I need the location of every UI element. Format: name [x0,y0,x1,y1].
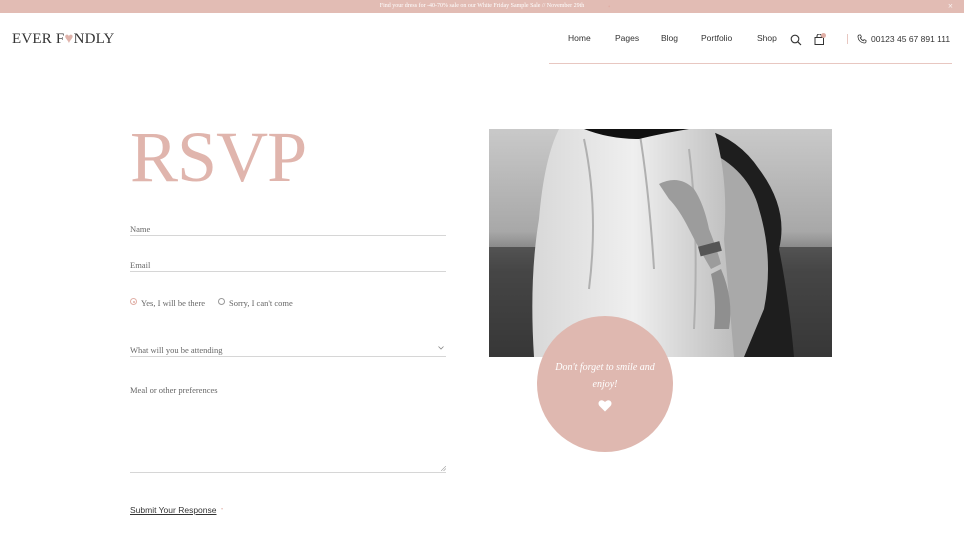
close-icon[interactable]: × [948,0,953,13]
logo-text-end: NDLY [73,31,115,47]
email-field-underline [130,271,446,272]
cart-badge [821,33,826,38]
submit-button[interactable]: Submit Your Response [130,505,216,515]
chevron-down-icon[interactable] [438,346,444,350]
heart-icon [598,400,612,412]
announcement-bar: Find your dress for -40-70% sale on our … [0,0,964,13]
resize-handle-icon[interactable] [441,466,446,471]
nav-item-blog[interactable]: Blog [661,33,678,43]
radio-attending-no-label[interactable]: Sorry, I can't come [229,298,293,308]
submit-dot: • [221,507,224,513]
nav-divider [847,34,848,44]
nav-item-portfolio[interactable]: Portfolio [701,33,732,43]
name-field[interactable]: Name [130,224,150,234]
site-logo[interactable]: EVER F♥NDLY [12,31,115,48]
logo-text-start: EVER F [12,31,65,47]
feature-circle: Don't forget to smile and enjoy! [537,316,673,452]
page-title: RSVP [130,117,307,197]
search-icon[interactable] [790,34,802,46]
preferences-textarea-border [130,472,446,473]
name-field-underline [130,235,446,236]
email-field[interactable]: Email [130,260,150,270]
radio-attending-yes[interactable] [130,298,137,305]
radio-attending-no[interactable] [218,298,225,305]
attending-select-underline [130,356,446,357]
nav-underline [549,63,952,64]
logo-heart: ♥ [64,31,74,47]
nav-item-shop[interactable]: Shop [757,33,777,43]
circle-text: Don't forget to smile and enjoy! [555,362,655,390]
radio-attending-yes-label[interactable]: Yes, I will be there [141,298,205,308]
announcement-text: Find your dress for -40-70% sale on our … [379,3,585,9]
nav-item-pages[interactable]: Pages [615,33,639,43]
nav-active-dot: • [608,3,611,11]
nav-item-home[interactable]: Home [568,33,591,43]
preferences-textarea[interactable]: Meal or other preferences [130,385,218,395]
couple-photo [489,129,832,357]
attending-select[interactable]: What will you be attending [130,345,223,355]
phone-number[interactable]: 00123 45 67 891 111 [871,34,950,44]
phone-icon [857,34,867,44]
